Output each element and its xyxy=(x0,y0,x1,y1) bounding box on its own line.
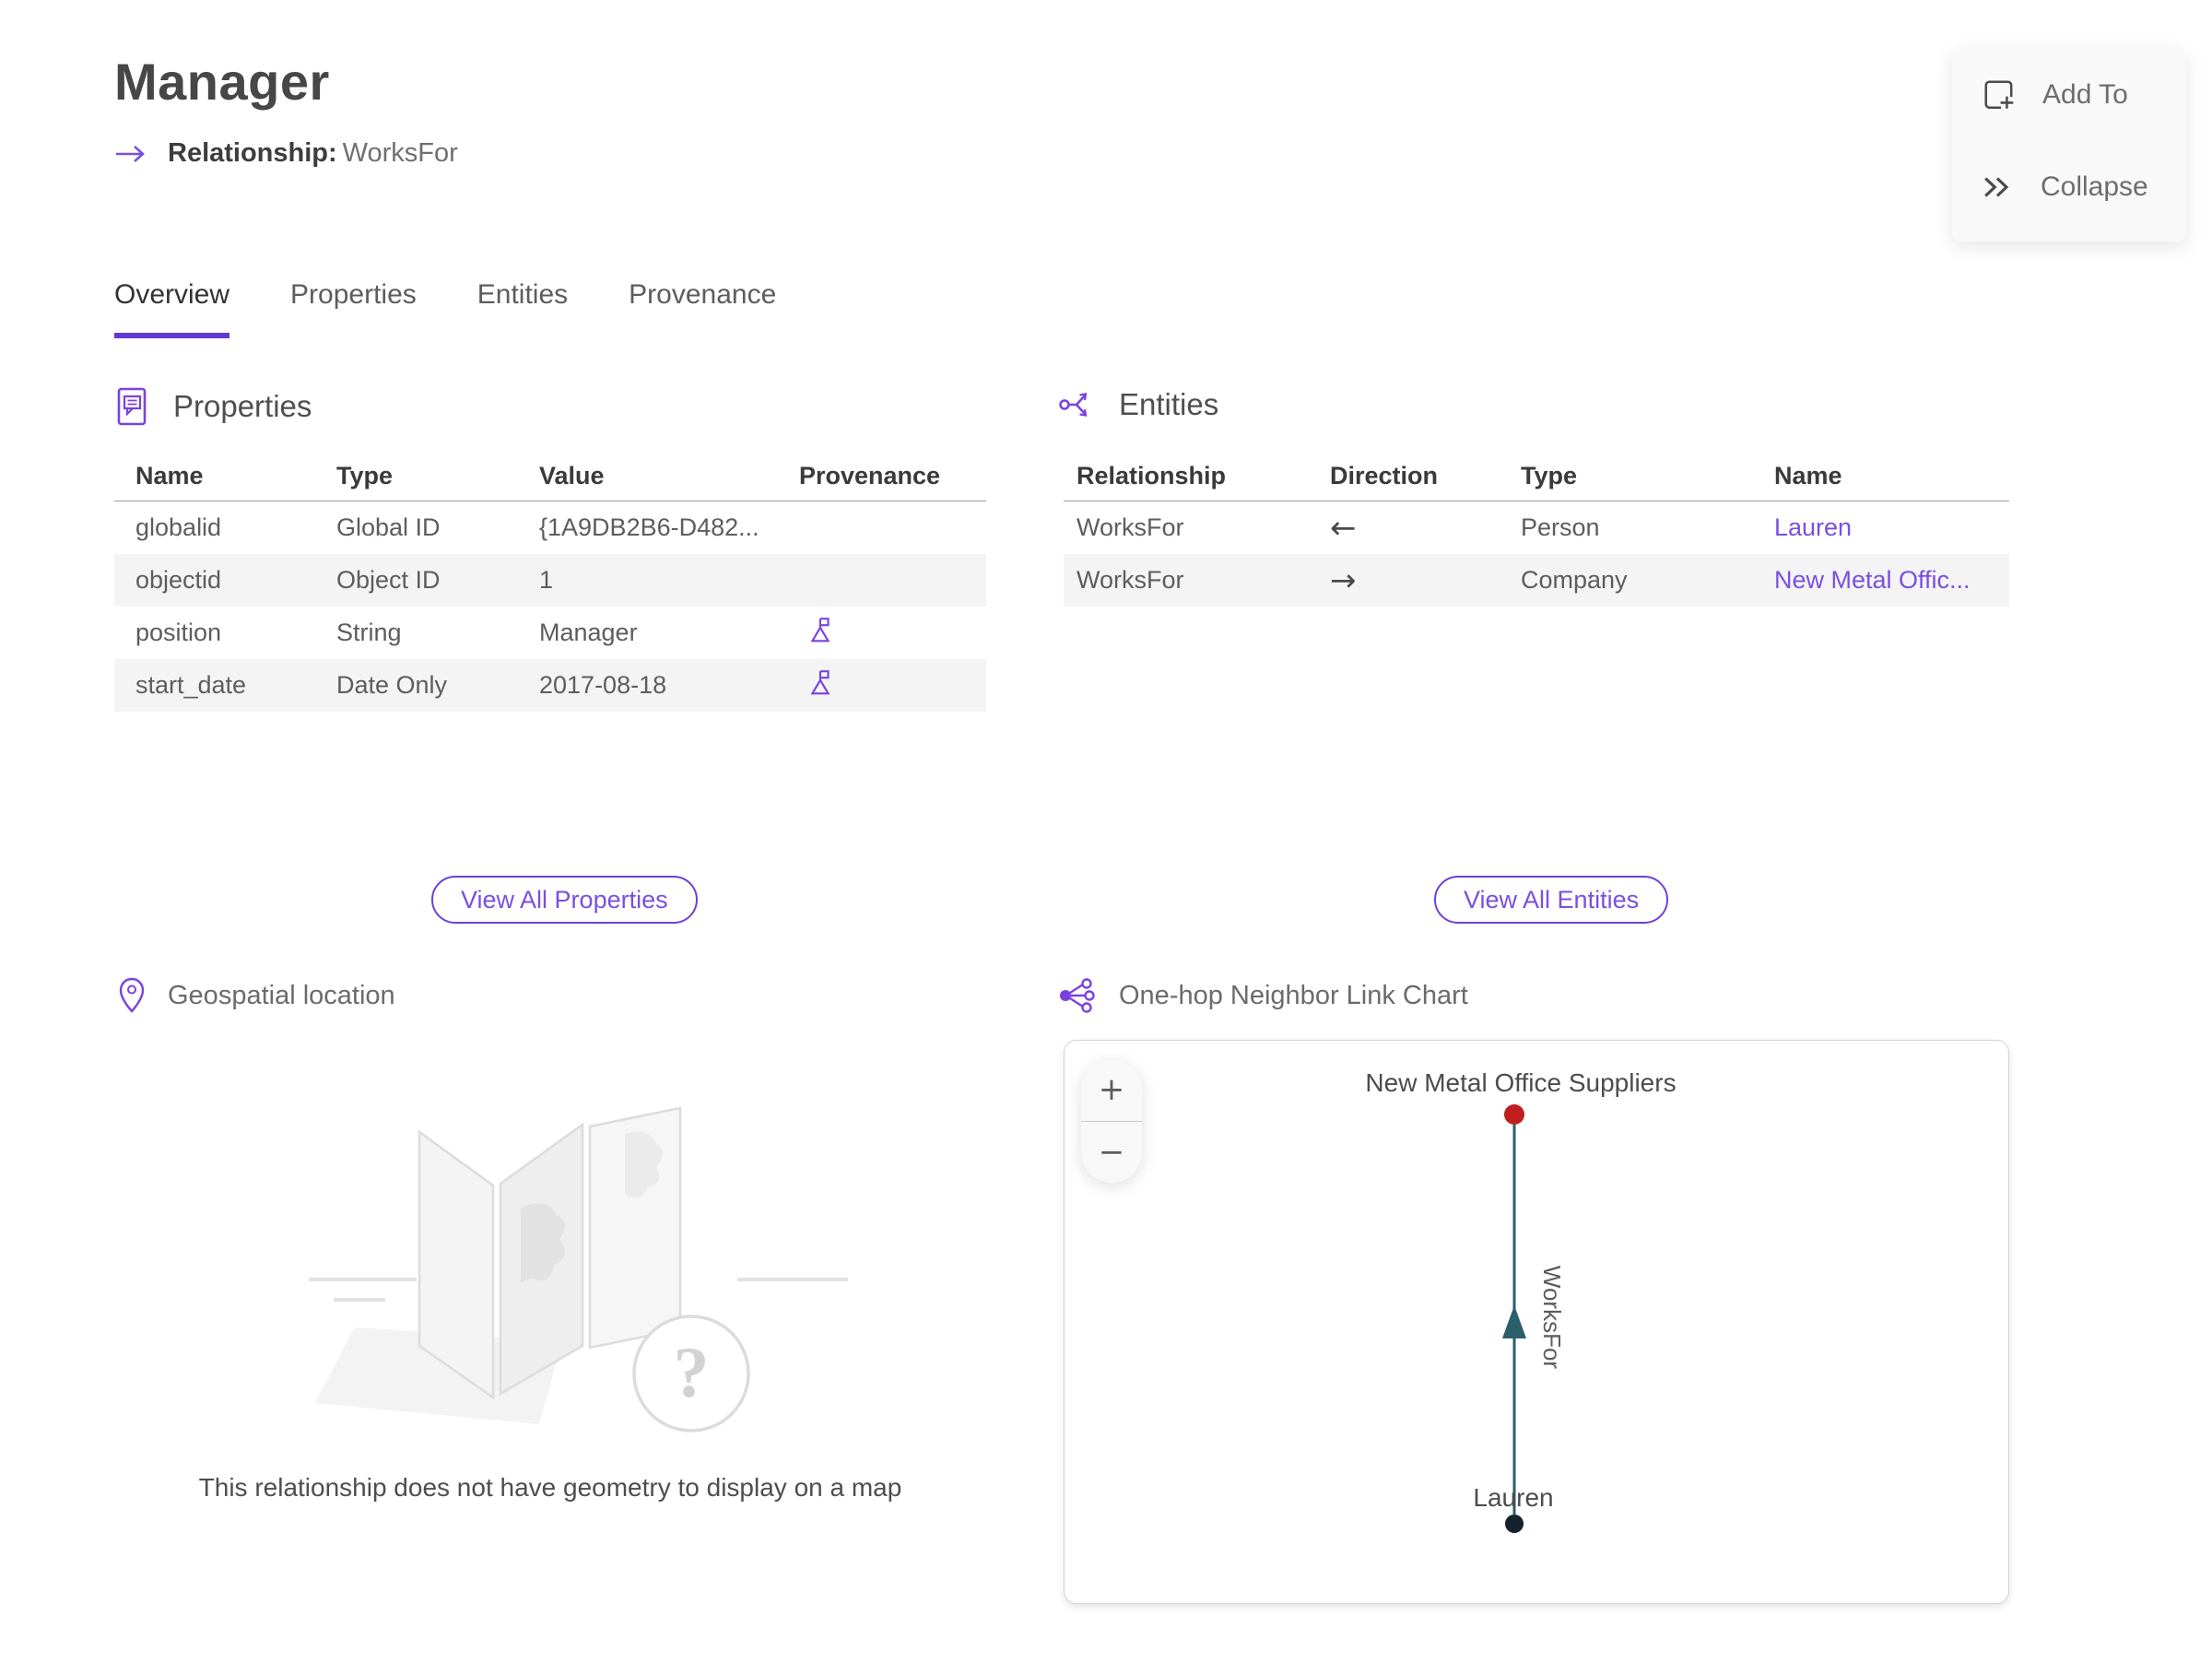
map-placeholder-illustration: ? xyxy=(258,1069,848,1470)
properties-section-header: Properties xyxy=(114,385,312,428)
properties-section-title: Properties xyxy=(173,389,312,423)
tab-bar: Overview Properties Entities Provenance xyxy=(114,279,776,338)
link-chart-section-header: One-hop Neighbor Link Chart xyxy=(1058,977,1468,1014)
person-node[interactable] xyxy=(1505,1515,1524,1533)
direction-arrow: → xyxy=(1330,561,1357,599)
col-name: Name xyxy=(135,462,204,489)
link-chart-canvas[interactable]: WorksFor New Metal Office Suppliers Laur… xyxy=(1064,1040,2009,1604)
entity-link[interactable]: New Metal Offic... xyxy=(1761,566,2009,595)
view-all-properties-button[interactable]: View All Properties xyxy=(431,876,698,924)
table-row: position String Manager xyxy=(114,607,986,659)
relationship-label: Relationship: xyxy=(168,138,337,168)
collapse-icon xyxy=(1982,173,2015,201)
company-node-label: New Metal Office Suppliers xyxy=(1365,1068,1676,1097)
collapse-label: Collapse xyxy=(2041,171,2148,202)
tab-entities[interactable]: Entities xyxy=(477,279,568,338)
col-type: Type xyxy=(336,462,394,489)
table-row: WorksFor → Company New Metal Offic... xyxy=(1064,554,2009,607)
edge-label: WorksFor xyxy=(1538,1266,1566,1370)
add-to-label: Add To xyxy=(2042,79,2128,110)
question-mark-glyph: ? xyxy=(674,1332,710,1412)
floating-actions-panel: Add To Collapse xyxy=(1952,48,2186,242)
person-node-label: Lauren xyxy=(1473,1483,1553,1512)
company-node[interactable] xyxy=(1504,1104,1524,1125)
map-pin-icon xyxy=(118,977,146,1014)
tab-properties[interactable]: Properties xyxy=(290,279,417,338)
col-type: Type xyxy=(1521,462,1578,489)
relationship-value: WorksFor xyxy=(342,138,458,168)
tab-overview[interactable]: Overview xyxy=(114,279,230,338)
entities-table: Relationship Direction Type Name WorksFo… xyxy=(1064,452,2009,607)
entities-table-header: Relationship Direction Type Name xyxy=(1064,452,2009,501)
entity-link[interactable]: Lauren xyxy=(1761,513,2009,542)
table-row: start_date Date Only 2017-08-18 xyxy=(114,659,986,712)
entities-section-header: Entities xyxy=(1058,385,1218,424)
zoom-in-button[interactable]: + xyxy=(1081,1059,1142,1122)
provenance-flag-icon[interactable] xyxy=(778,668,986,702)
page-title: Manager xyxy=(114,53,330,111)
direction-arrow: ← xyxy=(1330,509,1357,547)
view-all-entities-button[interactable]: View All Entities xyxy=(1434,876,1669,924)
properties-table: Name Type Value Provenance globalid Glob… xyxy=(114,452,986,712)
col-value: Value xyxy=(539,462,605,489)
col-relationship: Relationship xyxy=(1077,462,1227,489)
col-direction: Direction xyxy=(1330,462,1439,489)
geospatial-empty-message: This relationship does not have geometry… xyxy=(198,1473,902,1502)
add-to-icon xyxy=(1982,77,2017,112)
col-provenance: Provenance xyxy=(799,462,941,489)
add-to-button[interactable]: Add To xyxy=(1982,77,2128,112)
link-chart-section-title: One-hop Neighbor Link Chart xyxy=(1119,980,1468,1010)
table-row: WorksFor ← Person Lauren xyxy=(1064,501,2009,554)
table-row: globalid Global ID {1A9DB2B6-D482... xyxy=(135,513,759,541)
link-chart-icon xyxy=(1058,977,1097,1014)
provenance-flag-icon[interactable] xyxy=(778,616,986,650)
entities-icon xyxy=(1058,385,1097,424)
relationship-subtitle: Relationship: WorksFor xyxy=(114,138,458,169)
zoom-out-button[interactable]: − xyxy=(1081,1122,1142,1184)
relationship-arrow-icon xyxy=(114,144,147,164)
zoom-control: + − xyxy=(1081,1059,1142,1183)
col-name: Name xyxy=(1774,462,1842,489)
collapse-button[interactable]: Collapse xyxy=(1982,171,2148,203)
properties-icon xyxy=(114,385,151,428)
properties-table-header: Name Type Value Provenance xyxy=(114,452,986,501)
geospatial-section-title: Geospatial location xyxy=(168,980,395,1010)
edge-arrowhead xyxy=(1502,1305,1526,1338)
table-row: objectid Object ID 1 xyxy=(114,554,986,607)
entities-section-title: Entities xyxy=(1119,387,1219,421)
geospatial-section-header: Geospatial location xyxy=(118,977,395,1014)
tab-provenance[interactable]: Provenance xyxy=(629,279,776,338)
